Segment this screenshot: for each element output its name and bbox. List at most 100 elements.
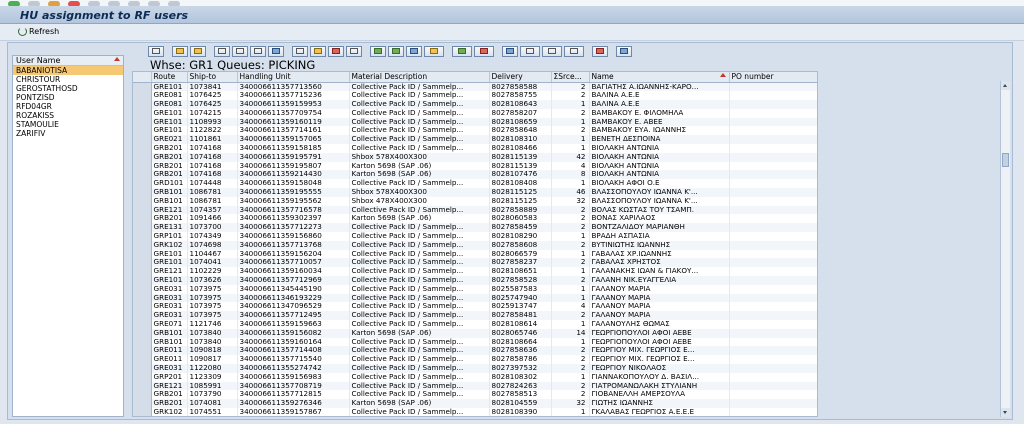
table-row[interactable]: GRK102 1074698 340006611357713768 Collectiv… (133, 240, 817, 250)
user-list-header[interactable]: User Name (13, 56, 123, 66)
vertical-scrollbar[interactable] (1000, 81, 1010, 417)
row-selector[interactable] (133, 258, 152, 268)
table-row[interactable]: GRE031 1073975 340006611357712495 Collectiv… (133, 311, 817, 321)
row-selector[interactable] (133, 117, 152, 127)
handling-unit-column-header[interactable]: Handling Unit (237, 72, 350, 83)
table-row[interactable]: GRE121 1085991 340006611357708719 Collectiv… (133, 381, 817, 391)
user-list-item[interactable]: BABANIOTISA (13, 66, 123, 75)
row-selector[interactable] (133, 161, 152, 171)
user-list-item[interactable]: CHRISTOUR (13, 75, 123, 84)
filter-button[interactable] (250, 45, 266, 57)
subtotal-button[interactable] (388, 45, 404, 57)
table-row[interactable]: GRE031 1073975 340006611347096529 Collectiv… (133, 302, 817, 312)
table-row[interactable]: GRB201 1074168 340006611359195807 Karton 56… (133, 161, 817, 171)
scroll-up-arrow-icon[interactable] (1001, 81, 1010, 90)
table-row[interactable]: GRB201 1091466 340006611359302397 Karton 56… (133, 214, 817, 224)
table-row[interactable]: GRB101 1086781 340006611359195562 Shbox 478… (133, 196, 817, 206)
table-row[interactable]: GRE131 1073700 340006611357712273 Collectiv… (133, 223, 817, 233)
cut-button[interactable] (328, 45, 344, 57)
table-row[interactable]: GRP101 1074349 340006611359156860 Collectiv… (133, 232, 817, 241)
row-selector[interactable] (133, 390, 152, 400)
row-selector[interactable] (133, 328, 152, 338)
name-column-header[interactable]: Name (589, 72, 730, 83)
sort-ascending-button[interactable] (172, 45, 188, 57)
find-next-button[interactable] (232, 45, 248, 57)
row-selector[interactable] (133, 232, 152, 241)
row-selector[interactable] (133, 223, 152, 233)
table-row[interactable]: GRE021 1101861 340006611359157065 Collectiv… (133, 135, 817, 145)
row-selector[interactable] (133, 196, 152, 206)
table-row[interactable]: GRB101 1073840 340006611359160164 Collectiv… (133, 337, 817, 347)
user-list-item[interactable]: PONTZISD (13, 93, 123, 102)
row-selector[interactable] (133, 126, 152, 136)
refresh-button[interactable]: Refresh (18, 27, 59, 36)
row-selector[interactable] (133, 188, 152, 197)
row-selector[interactable] (133, 108, 152, 118)
row-selector[interactable] (133, 407, 152, 416)
row-selector[interactable] (133, 320, 152, 329)
table-row[interactable]: GRB201 1074081 340006611359276346 Karton 56… (133, 399, 817, 408)
layout-dropdown-button[interactable] (520, 45, 540, 57)
table-row[interactable]: GRB201 1074168 340006611359195791 Shbox 578… (133, 152, 817, 162)
find-button[interactable] (214, 45, 230, 57)
user-list-item[interactable]: RFD04GR (13, 102, 123, 111)
copy-button[interactable] (292, 45, 308, 57)
table-row[interactable]: GRE101 1108993 340006611359160119 Collectiv… (133, 117, 817, 127)
scroll-thumb[interactable] (1002, 153, 1009, 167)
user-list-item[interactable]: STAMOULIE (13, 120, 123, 129)
graphic-dropdown-button[interactable] (564, 45, 584, 57)
row-selector[interactable] (133, 91, 152, 101)
table-row[interactable]: GRB101 1073840 340006611359156082 Karton 56… (133, 328, 817, 338)
row-selector[interactable] (133, 355, 152, 364)
row-selector[interactable] (133, 240, 152, 250)
table-row[interactable]: GRP201 1123309 340006611359156983 Collectiv… (133, 372, 817, 382)
table-row[interactable]: GRB201 1074168 340006611359158185 Collectiv… (133, 144, 817, 153)
row-selector[interactable] (133, 100, 152, 109)
table-row[interactable]: GRK102 1074551 340006611359157867 Collectiv… (133, 407, 817, 416)
table-row[interactable]: GRE101 1074041 340006611357710057 Collectiv… (133, 258, 817, 268)
table-row[interactable]: GRE011 1090818 340006611357714408 Collectiv… (133, 346, 817, 356)
table-row[interactable]: GRB101 1086781 340006611359195555 Shbox 578… (133, 188, 817, 197)
table-row[interactable]: GRE101 1073841 340006611357713560 Collectiv… (133, 82, 817, 92)
material-description-column-header[interactable]: Material Description (349, 72, 490, 83)
undo-button[interactable] (346, 45, 362, 57)
table-row[interactable]: GRE031 1073975 340006611345445190 Collectiv… (133, 284, 817, 294)
spreadsheet-dropdown-button[interactable] (452, 45, 472, 57)
table-row[interactable]: GRE101 1104467 340006611359156204 Collectiv… (133, 249, 817, 259)
row-selector[interactable] (133, 372, 152, 382)
table-row[interactable]: GRE031 1122080 340006611355274742 Collectiv… (133, 364, 817, 373)
table-row[interactable]: GRE121 1074357 340006611357716578 Collectiv… (133, 205, 817, 215)
scroll-down-arrow-icon[interactable] (1001, 408, 1010, 417)
table-row[interactable]: GRB201 1073790 340006611357712815 Collectiv… (133, 390, 817, 400)
table-row[interactable]: GRE031 1073975 340006611346193229 Collectiv… (133, 293, 817, 303)
delivery-column-header[interactable]: Delivery (489, 72, 552, 83)
abc-analysis-button[interactable] (592, 45, 608, 57)
row-selector[interactable] (133, 144, 152, 153)
paste-button[interactable] (310, 45, 326, 57)
table-row[interactable]: GRE101 1074215 340006611357709754 Collectiv… (133, 108, 817, 118)
row-selector[interactable] (133, 346, 152, 356)
details-button[interactable] (148, 45, 164, 57)
table-row[interactable]: GRB201 1074168 340006611359214430 Karton 56… (133, 170, 817, 180)
word-processing-dropdown-button[interactable] (474, 45, 494, 57)
table-row[interactable]: GRE121 1102229 340006611359160034 Collectiv… (133, 267, 817, 277)
table-row[interactable]: GRE081 1076425 340006611359159953 Collectiv… (133, 100, 817, 109)
row-selector[interactable] (133, 293, 152, 303)
local-file-button[interactable] (502, 45, 518, 57)
row-selector[interactable] (133, 152, 152, 162)
delete-filter-button[interactable] (268, 45, 284, 57)
user-list-item[interactable]: ZARIFIV (13, 129, 123, 138)
select-layout-dropdown-button[interactable] (542, 45, 562, 57)
user-list-item[interactable]: GEROSTATHOSD (13, 84, 123, 93)
row-selector[interactable] (133, 214, 152, 224)
row-selector[interactable] (133, 399, 152, 408)
source-sum-column-header[interactable]: ΣSrce... (551, 72, 590, 83)
table-row[interactable]: GRE011 1090817 340006611357715540 Collectiv… (133, 355, 817, 364)
table-row[interactable]: GRE101 1122822 340006611357714161 Collectiv… (133, 126, 817, 136)
row-selector[interactable] (133, 205, 152, 215)
row-selector[interactable] (133, 179, 152, 189)
table-row[interactable]: GRE081 1076425 340006611357715236 Collectiv… (133, 91, 817, 101)
information-button[interactable] (616, 45, 632, 57)
row-selector[interactable] (133, 311, 152, 321)
export-dropdown-button[interactable] (424, 45, 444, 57)
